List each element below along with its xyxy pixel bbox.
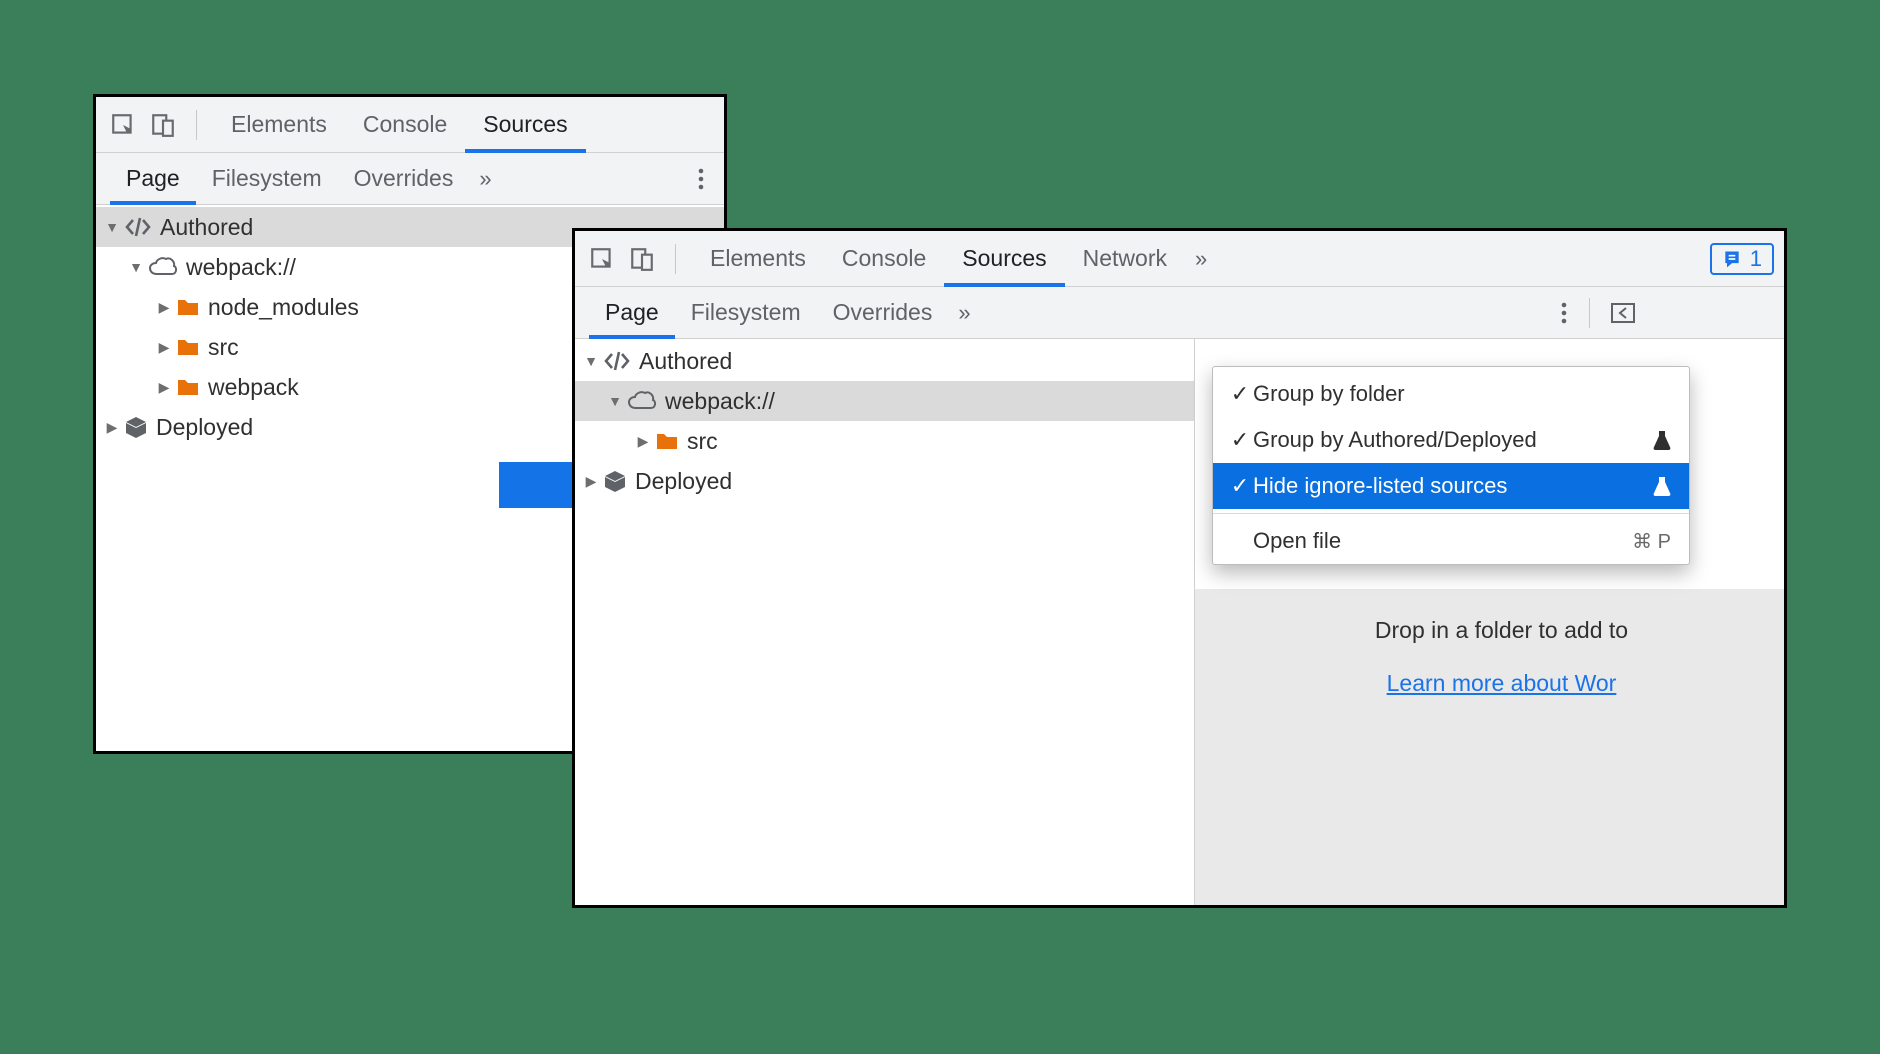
device-toggle-icon[interactable] — [150, 112, 176, 138]
main-tabs-overflow-icon[interactable]: » — [1185, 246, 1217, 272]
toolbar-divider — [675, 244, 676, 274]
tree-label: Deployed — [635, 468, 732, 495]
tab-elements[interactable]: Elements — [213, 97, 345, 153]
device-toggle-icon[interactable] — [629, 246, 655, 272]
check-icon: ✓ — [1227, 381, 1253, 407]
code-icon — [124, 216, 152, 238]
more-options-icon[interactable] — [688, 167, 714, 191]
tree-deployed[interactable]: Deployed — [575, 461, 1194, 501]
expand-icon[interactable] — [102, 419, 122, 436]
inspect-icon[interactable] — [110, 112, 136, 138]
main-tabs: Elements Console Sources Network — [692, 231, 1185, 287]
check-icon: ✓ — [1227, 427, 1253, 453]
sources-sub-toolbar: Page Filesystem Overrides » — [96, 153, 724, 205]
file-tree: Authored webpack:// src Deployed — [575, 339, 1195, 905]
flask-icon — [1653, 430, 1671, 450]
tab-console[interactable]: Console — [345, 97, 465, 153]
expand-icon[interactable] — [102, 219, 122, 235]
expand-icon[interactable] — [154, 299, 174, 316]
check-icon: ✓ — [1227, 473, 1253, 499]
sources-sub-toolbar: Page Filesystem Overrides » — [575, 287, 1784, 339]
tree-authored[interactable]: Authored — [575, 341, 1194, 381]
main-toolbar: Elements Console Sources — [96, 97, 724, 153]
toolbar-divider — [196, 110, 197, 140]
expand-icon[interactable] — [581, 353, 601, 369]
code-icon — [603, 350, 631, 372]
issues-count: 1 — [1750, 246, 1762, 272]
tree-webpack-origin[interactable]: webpack:// — [575, 381, 1194, 421]
tree-label: Authored — [639, 348, 732, 375]
cube-icon — [603, 469, 627, 493]
tree-label: src — [687, 428, 718, 455]
workspace-hint: Drop in a folder to add to Learn more ab… — [1195, 589, 1784, 905]
expand-icon[interactable] — [581, 473, 601, 490]
expand-icon[interactable] — [605, 393, 625, 409]
subtab-overrides[interactable]: Overrides — [338, 153, 470, 205]
menu-label: Group by folder — [1253, 381, 1671, 407]
flask-icon — [1653, 476, 1671, 496]
subtab-page[interactable]: Page — [110, 153, 196, 205]
toolbar-divider — [1589, 298, 1590, 328]
expand-icon[interactable] — [154, 339, 174, 356]
tree-label: webpack:// — [186, 254, 296, 281]
tree-label: src — [208, 334, 239, 361]
tree-label: webpack — [208, 374, 299, 401]
subtab-filesystem[interactable]: Filesystem — [196, 153, 338, 205]
subtab-filesystem[interactable]: Filesystem — [675, 287, 817, 339]
sources-options-dropdown: ✓ Group by folder ✓ Group by Authored/De… — [1212, 366, 1690, 565]
tree-label: Deployed — [156, 414, 253, 441]
sub-tabs-overflow-icon[interactable]: » — [948, 300, 980, 326]
tree-label: Authored — [160, 214, 253, 241]
menu-label: Hide ignore-listed sources — [1253, 473, 1645, 499]
tab-elements[interactable]: Elements — [692, 231, 824, 287]
learn-more-link[interactable]: Learn more about Wor — [1387, 670, 1617, 696]
sub-tabs-overflow-icon[interactable]: » — [469, 166, 501, 192]
inspect-icon[interactable] — [589, 246, 615, 272]
expand-icon[interactable] — [126, 259, 146, 275]
expand-icon[interactable] — [154, 379, 174, 396]
tree-src[interactable]: src — [575, 421, 1194, 461]
folder-icon — [176, 337, 200, 357]
subtab-page[interactable]: Page — [589, 287, 675, 339]
main-tabs: Elements Console Sources — [213, 97, 586, 153]
menu-label: Group by Authored/Deployed — [1253, 427, 1645, 453]
menu-separator — [1213, 513, 1689, 514]
cube-icon — [124, 415, 148, 439]
menu-hide-ignore-listed[interactable]: ✓ Hide ignore-listed sources — [1213, 463, 1689, 509]
tab-console[interactable]: Console — [824, 231, 944, 287]
tab-sources[interactable]: Sources — [465, 97, 585, 153]
subtab-overrides[interactable]: Overrides — [817, 287, 949, 339]
toggle-navigator-icon[interactable] — [1602, 302, 1644, 324]
issues-badge[interactable]: 1 — [1710, 243, 1774, 275]
tab-sources[interactable]: Sources — [944, 231, 1064, 287]
menu-group-by-authored-deployed[interactable]: ✓ Group by Authored/Deployed — [1213, 417, 1689, 463]
tree-label: webpack:// — [665, 388, 775, 415]
menu-group-by-folder[interactable]: ✓ Group by folder — [1213, 371, 1689, 417]
expand-icon[interactable] — [633, 433, 653, 450]
folder-icon — [655, 431, 679, 451]
cloud-icon — [627, 390, 657, 412]
main-toolbar: Elements Console Sources Network » 1 — [575, 231, 1784, 287]
menu-label: Open file — [1253, 528, 1632, 554]
tab-network[interactable]: Network — [1065, 231, 1185, 287]
menu-open-file[interactable]: Open file ⌘ P — [1213, 518, 1689, 564]
devtools-window-after: Elements Console Sources Network » 1 Pag… — [572, 228, 1787, 908]
keyboard-shortcut: ⌘ P — [1632, 529, 1671, 554]
more-options-icon[interactable] — [1551, 301, 1577, 325]
folder-icon — [176, 377, 200, 397]
cloud-icon — [148, 256, 178, 278]
folder-icon — [176, 297, 200, 317]
tree-label: node_modules — [208, 294, 359, 321]
workspace-hint-text: Drop in a folder to add to — [1223, 617, 1780, 644]
